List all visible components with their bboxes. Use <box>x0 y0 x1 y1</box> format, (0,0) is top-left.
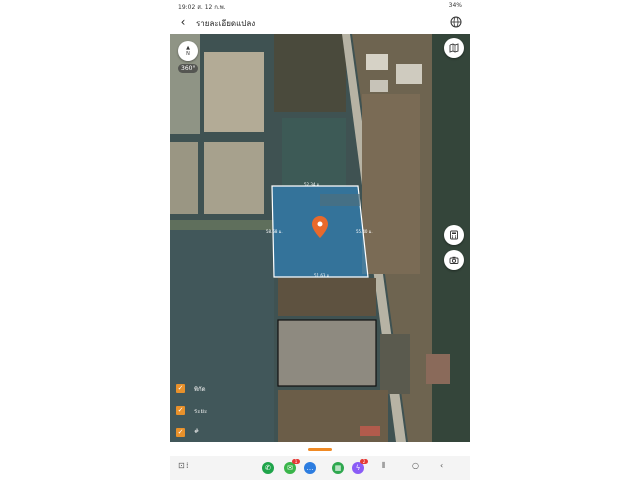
globe-icon[interactable] <box>450 16 462 28</box>
plot-label-bottom: 51.63 ม. <box>314 273 331 278</box>
status-time-date: 19:02 ส. 12 ก.พ. <box>178 4 226 11</box>
phone-screen: 19:02 ส. 12 ก.พ. 34% ‹ รายละเอียดแปลง 52… <box>170 0 470 480</box>
grid-app-icon[interactable]: ▦ <box>332 462 344 474</box>
messenger-app-icon[interactable]: ϟ2 <box>352 459 368 474</box>
pano-360-button[interactable]: 360° <box>178 64 199 73</box>
camera-icon <box>449 256 459 264</box>
checkbox-checked-icon[interactable]: ✓ <box>176 384 185 393</box>
plot-label-top: 52.34 ม. <box>304 182 321 187</box>
chat-app-icon[interactable]: … <box>304 462 316 474</box>
satellite-map[interactable]: 52.34 ม. 58.68 ม. 55.40 ม. 51.63 ม. ▲ N … <box>170 34 470 442</box>
app-bar: ‹ รายละเอียดแปลง <box>170 12 470 34</box>
plot-label-right: 55.40 ม. <box>356 229 373 234</box>
messages-app-icon[interactable]: ✉ 1 <box>284 459 300 474</box>
checkbox-checked-icon[interactable]: ✓ <box>176 406 185 415</box>
recents-icon[interactable]: ⦀ <box>382 461 386 471</box>
page-title: รายละเอียดแปลง <box>196 19 256 28</box>
layer-label: ระยะ <box>194 408 208 415</box>
calculator-button[interactable] <box>444 225 464 245</box>
map-type-button[interactable] <box>444 38 464 58</box>
back-arrow-icon[interactable]: ‹ <box>176 15 190 29</box>
sheet-drag-handle[interactable] <box>308 448 332 451</box>
system-nav-bar: ⊡ ⁞ ✆ ✉ 1 … ▦ ϟ2 ⦀ ○ ‹ <box>170 456 470 480</box>
camera-button[interactable] <box>444 250 464 270</box>
dots-grid-icon[interactable]: ⁞ <box>186 461 189 470</box>
status-bar: 19:02 ส. 12 ก.พ. 34% <box>170 0 470 12</box>
home-icon[interactable]: ○ <box>412 461 419 470</box>
compass-letter: N <box>186 51 190 57</box>
messages-badge: 1 <box>292 459 300 464</box>
map-icon <box>449 43 459 53</box>
layer-label: พิกัด <box>194 386 206 393</box>
messenger-badge: 2 <box>360 459 368 464</box>
checkbox-checked-icon[interactable]: ✓ <box>176 428 185 437</box>
back-nav-icon[interactable]: ‹ <box>440 461 443 470</box>
plot-label-left: 58.68 ม. <box>266 229 283 234</box>
apps-grid-icon[interactable]: ⊡ <box>178 461 185 470</box>
phone-app-icon[interactable]: ✆ <box>262 462 274 474</box>
compass-button[interactable]: ▲ N <box>178 41 198 61</box>
status-battery: 34% <box>448 2 462 9</box>
map-imagery <box>170 34 470 442</box>
calculator-icon <box>450 230 458 240</box>
layer-label: # <box>194 428 200 435</box>
bottom-sheet[interactable] <box>170 442 470 456</box>
